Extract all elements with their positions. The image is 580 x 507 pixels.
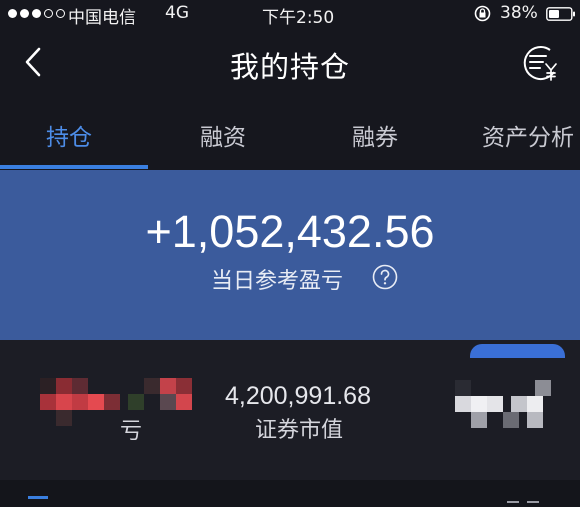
tab-holdings[interactable]: 持仓 [46, 118, 92, 152]
question-circle-icon[interactable] [372, 264, 398, 290]
battery-percentage: 38% [500, 3, 538, 23]
status-time: 下午2:50 [262, 8, 335, 28]
rotation-lock-icon [474, 5, 491, 22]
holdings-stats-row: 亏 4,200,991.68 证券市值 [0, 340, 580, 480]
list-header-strip [0, 480, 580, 507]
tab-margin-financing[interactable]: 融资 [200, 118, 246, 152]
carrier-name: 中国电信 [68, 8, 136, 28]
active-tab-indicator [0, 165, 148, 169]
tab-bar: 持仓 融资 融券 资产分析 [0, 98, 580, 170]
market-value: 4,200,991.68 [225, 382, 371, 410]
list-header-marker [28, 496, 48, 499]
ledger-yuan-icon[interactable] [520, 44, 562, 82]
page-title: 我的持仓 [229, 50, 350, 84]
profit-loss-label: 亏 [120, 419, 143, 444]
tab-asset-analysis[interactable]: 资产分析 [482, 118, 574, 152]
sort-icon[interactable] [505, 494, 545, 504]
daily-pnl-panel: +1,052,432.56 当日参考盈亏 [0, 170, 580, 340]
navigation-bar: 我的持仓 [0, 30, 580, 94]
network-type: 4G [165, 3, 189, 23]
signal-strength-icon [8, 9, 65, 18]
battery-icon [546, 7, 575, 21]
daily-pnl-value: +1,052,432.56 [145, 206, 435, 257]
daily-pnl-label: 当日参考盈亏 [211, 269, 344, 294]
status-bar: 中国电信 4G 下午2:50 38% [0, 0, 580, 28]
tab-securities-lending[interactable]: 融券 [352, 118, 398, 152]
floating-tab-pill[interactable] [470, 344, 565, 358]
market-value-label: 证券市值 [255, 418, 344, 443]
